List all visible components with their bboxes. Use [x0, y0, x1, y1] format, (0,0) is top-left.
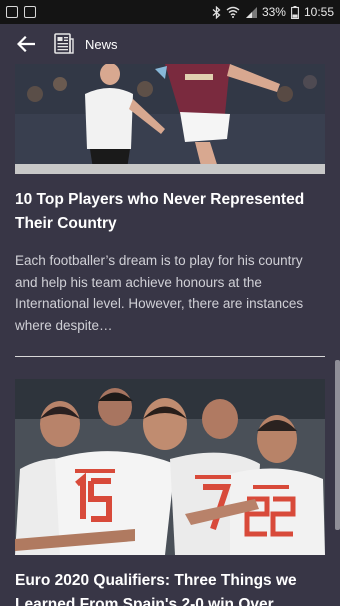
status-notifications — [6, 6, 36, 18]
article-summary: Each footballer’s dream is to play for h… — [15, 253, 304, 333]
spain-team-celebration-photo — [15, 379, 325, 555]
status-bar: 33% 10:55 — [0, 0, 340, 24]
football-match-photo — [15, 64, 325, 174]
news-article-card[interactable]: Euro 2020 Qualifiers: Three Things we Le… — [0, 379, 340, 606]
scrollbar[interactable] — [335, 360, 340, 530]
news-article-card[interactable]: 10 Top Players who Never Represented The… — [0, 64, 340, 357]
wifi-icon — [226, 6, 240, 18]
news-feed[interactable]: 10 Top Players who Never Represented The… — [0, 64, 340, 606]
article-thumbnail[interactable] — [15, 64, 325, 174]
signal-icon — [245, 7, 257, 18]
article-divider — [15, 356, 325, 357]
image-notification-icon — [6, 6, 18, 18]
app-notification-icon — [24, 6, 36, 18]
back-button[interactable] — [0, 24, 52, 64]
page-title: News — [85, 36, 118, 52]
news-app-icon — [54, 33, 74, 54]
article-thumbnail[interactable] — [15, 379, 325, 555]
battery-icon — [291, 5, 299, 19]
clock: 10:55 — [303, 5, 334, 19]
article-title[interactable]: 10 Top Players who Never Represented The… — [15, 188, 325, 236]
article-title[interactable]: Euro 2020 Qualifiers: Three Things we Le… — [15, 569, 325, 606]
toolbar: News — [0, 24, 340, 64]
status-system: 33% 10:55 — [212, 5, 334, 19]
bluetooth-icon — [212, 5, 221, 19]
arrow-left-icon — [17, 36, 35, 52]
battery-percent: 33% — [261, 5, 286, 19]
